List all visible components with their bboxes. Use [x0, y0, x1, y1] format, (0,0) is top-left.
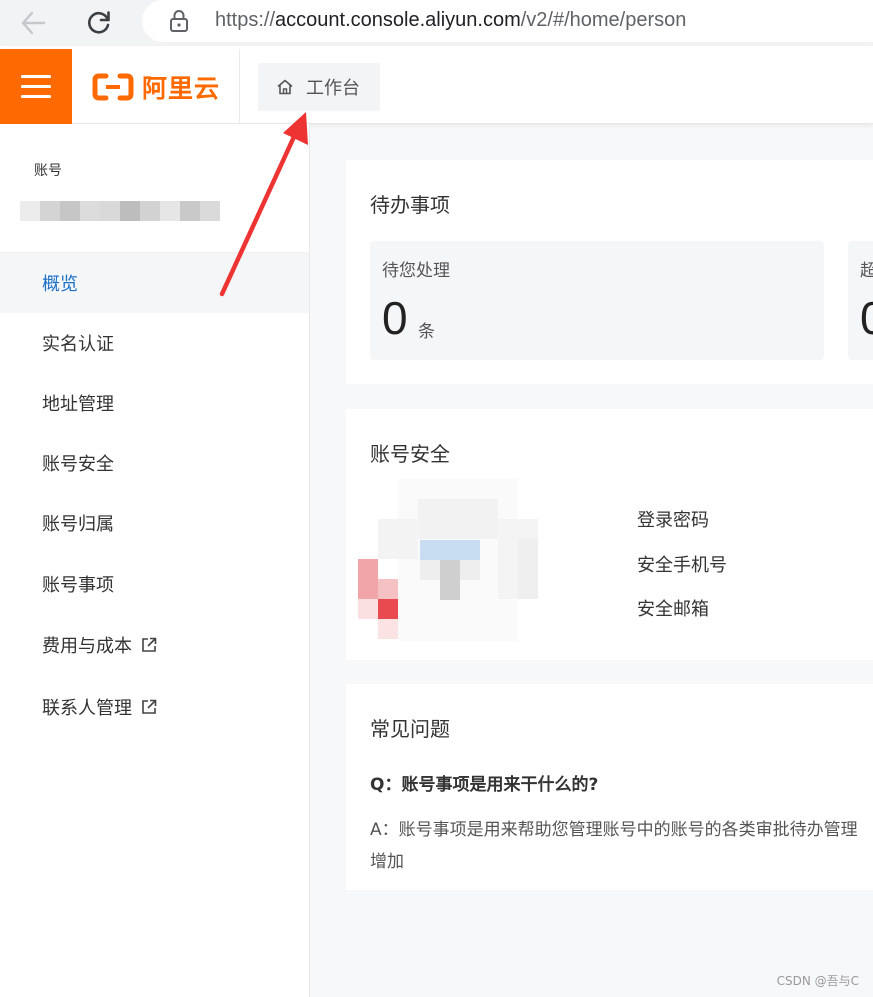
sidebar-item-label: 费用与成本 — [42, 636, 132, 657]
account-name-redacted — [20, 201, 220, 221]
todo-card: 待办事项 待您处理 0 条 超 0 — [346, 160, 873, 384]
reload-button[interactable] — [82, 6, 116, 40]
security-title: 账号安全 — [370, 442, 450, 466]
sidebar-item-billing[interactable]: 费用与成本 — [0, 615, 309, 675]
security-score-graphic-redacted — [358, 479, 538, 641]
todo-pending-count: 0 — [382, 292, 408, 344]
sidebar-item-contacts[interactable]: 联系人管理 — [0, 677, 309, 737]
todo-pending-label: 待您处理 — [382, 261, 450, 281]
sidebar-item-real-name-auth[interactable]: 实名认证 — [0, 313, 309, 373]
sidebar-item-label: 地址管理 — [42, 394, 114, 415]
browser-toolbar: https://account.console.aliyun.com/v2/#/… — [0, 0, 873, 46]
external-link-icon — [142, 699, 157, 714]
todo-pending-box[interactable]: 待您处理 0 条 — [370, 241, 824, 360]
logo-text: 阿里云 — [142, 74, 221, 103]
sidebar-item-label: 账号事项 — [42, 575, 114, 596]
sidebar-item-account-matters[interactable]: 账号事项 — [0, 554, 309, 614]
sidebar-item-label: 账号安全 — [42, 454, 114, 475]
workbench-label: 工作台 — [306, 78, 360, 99]
sidebar-item-overview[interactable]: 概览 — [0, 253, 309, 313]
watermark: CSDN @吾与C — [776, 974, 859, 988]
security-email-link[interactable]: 安全邮箱 — [637, 595, 709, 621]
sidebar-item-ownership[interactable]: 账号归属 — [0, 493, 309, 553]
sidebar-item-address[interactable]: 地址管理 — [0, 373, 309, 433]
aliyun-bracket-logo-icon — [92, 73, 134, 101]
faq-question[interactable]: Q：账号事项是用来干什么的? — [370, 770, 598, 795]
lock-icon — [170, 10, 188, 32]
faq-answer: A：账号事项是用来帮助您管理账号中的账号的各类审批待办管理 增加 — [370, 814, 873, 878]
workbench-button[interactable]: 工作台 — [258, 63, 380, 111]
faq-title: 常见问题 — [370, 717, 450, 741]
faq-answer-line: A：账号事项是用来帮助您管理账号中的账号的各类审批待办管理 — [370, 820, 858, 840]
faq-answer-line: 增加 — [370, 852, 404, 872]
todo-title: 待办事项 — [370, 193, 450, 217]
url-text: https://account.console.aliyun.com/v2/#/… — [215, 9, 687, 31]
security-card: 账号安全 登录密码 安全手机号 安全邮箱 — [346, 409, 873, 660]
account-label: 账号 — [34, 163, 62, 179]
todo-overdue-box[interactable]: 超 0 — [848, 241, 873, 360]
todo-overdue-count: 0 — [860, 292, 873, 344]
sidebar-item-label: 实名认证 — [42, 334, 114, 355]
sidebar-item-security[interactable]: 账号安全 — [0, 433, 309, 493]
hamburger-menu-button[interactable] — [0, 49, 72, 124]
reload-icon — [87, 11, 110, 34]
sidebar-item-label: 概览 — [42, 274, 78, 295]
external-link-icon — [142, 637, 157, 652]
login-password-link[interactable]: 登录密码 — [637, 506, 709, 532]
home-icon — [277, 79, 293, 95]
address-bar[interactable]: https://account.console.aliyun.com/v2/#/… — [142, 0, 873, 42]
header-divider — [239, 49, 240, 124]
todo-overdue-label: 超 — [860, 261, 873, 281]
arrow-left-icon — [21, 11, 46, 35]
app-header: 阿里云 工作台 — [0, 46, 873, 124]
aliyun-logo[interactable]: 阿里云 — [92, 70, 220, 104]
sidebar: 账号 概览 实名认证 地址管理 账号安全 账号归属 账号事项 费用与成本 联系人… — [0, 124, 310, 997]
sidebar-item-label: 联系人管理 — [42, 698, 132, 719]
sidebar-item-label: 账号归属 — [42, 514, 114, 535]
security-phone-link[interactable]: 安全手机号 — [637, 551, 727, 577]
todo-pending-unit: 条 — [418, 322, 435, 342]
faq-card: 常见问题 Q：账号事项是用来干什么的? A：账号事项是用来帮助您管理账号中的账号… — [346, 684, 873, 890]
back-button[interactable] — [16, 6, 50, 40]
